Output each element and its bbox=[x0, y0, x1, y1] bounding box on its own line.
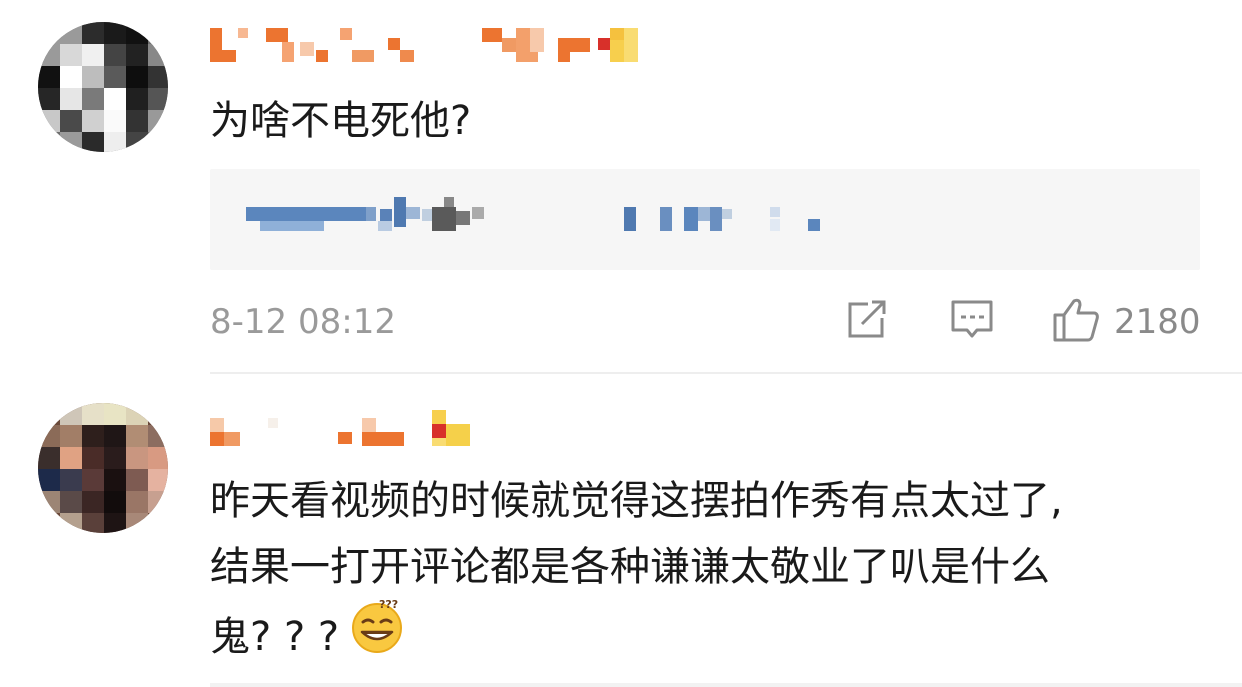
comment-text-line: 昨天看视频的时候就觉得这摆拍作秀有点太过了, bbox=[210, 478, 1063, 524]
bottom-divider bbox=[210, 683, 1242, 687]
username-pixelated[interactable] bbox=[210, 408, 480, 452]
dizzy-grin-emoji-icon: ??? bbox=[349, 596, 407, 674]
comment-item: 昨天看视频的时候就觉得这摆拍作秀有点太过了, 结果一打开评论都是各种谦谦太敬业了… bbox=[0, 0, 1242, 687]
svg-text:???: ??? bbox=[379, 598, 398, 611]
comment-text-line: 鬼? ? ? bbox=[210, 614, 340, 660]
comment-text: 昨天看视频的时候就觉得这摆拍作秀有点太过了, 结果一打开评论都是各种谦谦太敬业了… bbox=[210, 468, 1172, 678]
comment-text-line: 结果一打开评论都是各种谦谦太敬业了叭是什么 bbox=[210, 544, 1050, 590]
avatar[interactable] bbox=[38, 403, 168, 533]
